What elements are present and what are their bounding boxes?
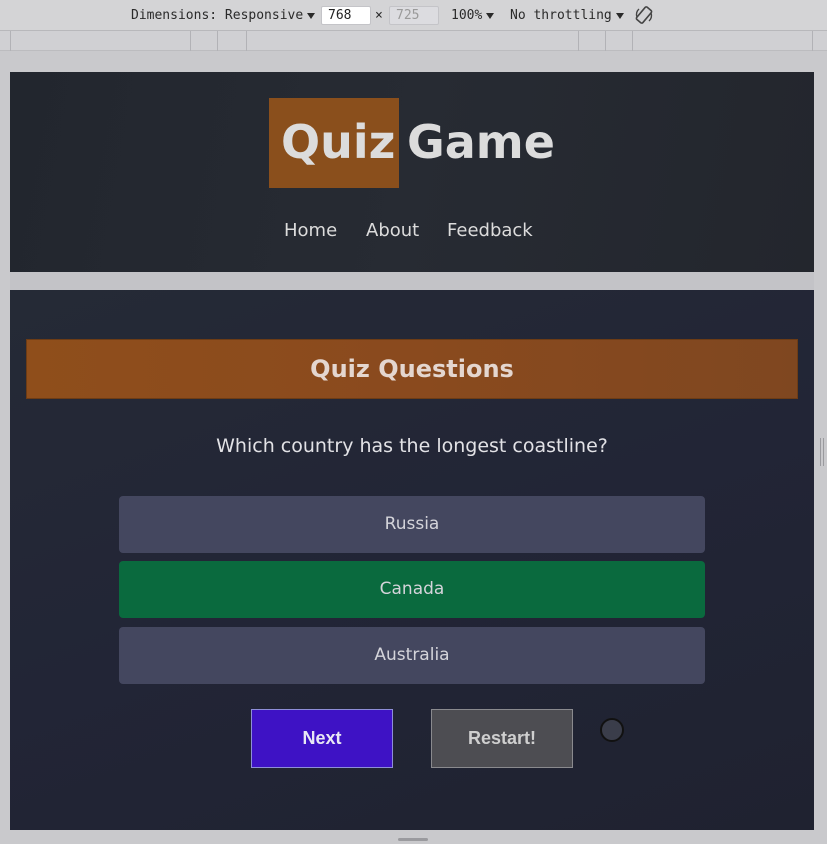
answer-option-australia[interactable]: Australia xyxy=(119,627,705,684)
side-resize-handle[interactable] xyxy=(820,438,824,466)
logo-game: Game xyxy=(407,115,555,169)
questions-banner: Quiz Questions xyxy=(26,339,798,399)
section-divider xyxy=(10,272,814,290)
times-symbol: × xyxy=(375,8,383,23)
restart-button[interactable]: Restart! xyxy=(431,709,573,768)
touch-cursor-icon xyxy=(600,718,624,742)
height-input[interactable]: 725 xyxy=(389,6,439,25)
dimensions-dropdown[interactable]: Dimensions: Responsive xyxy=(131,8,316,24)
zoom-label: 100% xyxy=(451,8,483,23)
rotate-icon[interactable] xyxy=(634,5,654,25)
width-input[interactable]: 768 xyxy=(321,6,371,25)
device-viewport: Quiz Game Home About Feedback Quiz Quest… xyxy=(10,72,814,830)
throttling-label: No throttling xyxy=(510,8,612,23)
dimensions-label: Dimensions: Responsive xyxy=(131,8,304,23)
next-button[interactable]: Next xyxy=(251,709,393,768)
bottom-resize-handle[interactable] xyxy=(398,838,428,841)
chevron-down-icon xyxy=(615,12,624,19)
quiz-panel: Quiz Questions Which country has the lon… xyxy=(10,290,814,830)
throttling-dropdown[interactable]: No throttling xyxy=(510,8,624,24)
logo-quiz: Quiz xyxy=(281,115,396,169)
questions-title: Quiz Questions xyxy=(310,355,514,383)
zoom-dropdown[interactable]: 100% xyxy=(451,8,495,24)
nav-feedback[interactable]: Feedback xyxy=(447,220,533,242)
site-header: Quiz Game Home About Feedback xyxy=(10,72,814,272)
devtools-toolbar: Dimensions: Responsive 768 × 725 100% No… xyxy=(0,0,827,31)
media-query-ruler xyxy=(0,31,827,51)
nav-home[interactable]: Home xyxy=(284,220,337,242)
answer-option-canada[interactable]: Canada xyxy=(119,561,705,618)
question-text: Which country has the longest coastline? xyxy=(216,435,608,457)
chevron-down-icon xyxy=(486,12,495,19)
chevron-down-icon xyxy=(307,12,316,19)
answer-option-russia[interactable]: Russia xyxy=(119,496,705,553)
nav-about[interactable]: About xyxy=(366,220,419,242)
